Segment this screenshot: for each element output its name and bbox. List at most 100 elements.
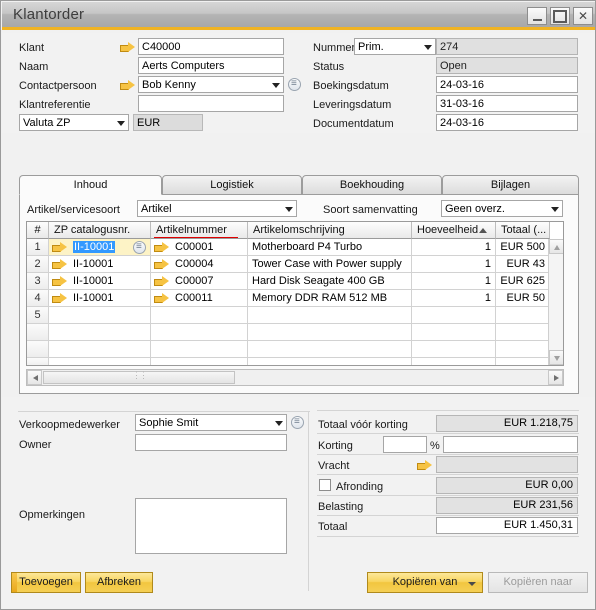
table-row[interactable]: 4 [27,290,49,307]
table-row[interactable]: 1 [412,273,496,290]
klant-link-arrow-icon[interactable] [120,42,135,53]
row-link-arrow-icon[interactable] [52,259,67,270]
tab-boekhouding[interactable]: Boekhouding [302,175,442,195]
row-list-icon[interactable] [133,240,146,254]
verkoopmedewerker-label: Verkoopmedewerker [19,419,120,431]
contactpersoon-list-icon[interactable] [288,77,301,91]
klant-field[interactable]: C40000 [138,38,284,55]
table-row [49,358,151,365]
table-row[interactable]: 2 [27,256,49,273]
table-row[interactable]: C00004 [151,256,248,273]
table-row[interactable] [49,307,151,324]
table-row[interactable]: II-10001 [49,256,151,273]
verkoopmedewerker-list-icon[interactable] [291,415,304,429]
contactpersoon-link-arrow-icon[interactable] [120,80,135,91]
table-row[interactable] [496,307,550,324]
table-row[interactable]: Motherboard P4 Turbo [248,239,412,256]
documentdatum-field[interactable]: 24-03-16 [436,114,578,131]
opmerkingen-textarea[interactable] [135,498,287,554]
korting-amount-input[interactable] [443,436,578,453]
artikel-servicesoort-select[interactable]: Artikel [137,200,297,217]
table-row[interactable]: 5 [27,307,49,324]
table-row[interactable]: Tower Case with Power supply [248,256,412,273]
table-row[interactable]: EUR 43 [496,256,550,273]
scroll-up-icon[interactable] [549,239,563,254]
title-bar[interactable]: Klantorder ✕ [2,2,595,30]
row-link-arrow-icon[interactable] [52,242,67,253]
row-link-arrow-icon[interactable] [154,242,169,253]
table-row[interactable]: II-10001 [49,290,151,307]
row-link-arrow-icon[interactable] [154,259,169,270]
horizontal-scroll-thumb[interactable] [43,371,235,384]
table-row[interactable]: C00001 [151,239,248,256]
verkoopmedewerker-field[interactable]: Sophie Smit [135,414,287,431]
order-lines-grid[interactable]: # ZP catalogusnr. Artikelnummer Artikelo… [26,221,564,366]
row-link-arrow-icon[interactable] [154,276,169,287]
toevoegen-button[interactable]: Toevoegen [11,572,81,593]
divider-vertical [308,411,309,591]
grid-header-cat[interactable]: ZP catalogusnr. [49,222,151,239]
artikel-servicesoort-chevron-down-icon[interactable] [282,201,296,216]
table-row[interactable] [412,307,496,324]
valuta-zp-chevron-down-icon[interactable] [114,115,128,130]
grid-header-desc[interactable]: Artikelomschrijving [248,222,412,239]
soort-samenvatting-select[interactable]: Geen overz. [441,200,563,217]
kopieren-van-button[interactable]: Kopiëren van [367,572,483,593]
table-row[interactable]: EUR 500 [496,239,550,256]
grid-header-num[interactable]: # [27,222,49,239]
korting-percent-input[interactable] [383,436,427,453]
contactpersoon-chevron-down-icon[interactable] [269,77,283,92]
verkoopmedewerker-chevron-down-icon[interactable] [272,415,286,430]
table-row[interactable]: C00007 [151,273,248,290]
table-row[interactable]: Memory DDR RAM 512 MB [248,290,412,307]
owner-field[interactable] [135,434,287,451]
minimize-button[interactable] [527,7,547,25]
tab-bijlagen[interactable]: Bijlagen [442,175,579,195]
table-row[interactable]: 1 [27,239,49,256]
row-link-arrow-icon[interactable] [52,276,67,287]
contactpersoon-field[interactable]: Bob Kenny [138,76,284,93]
row-link-arrow-icon[interactable] [52,293,67,304]
scroll-down-icon[interactable] [549,350,563,365]
naam-field[interactable]: Aerts Computers [138,57,284,74]
table-row[interactable]: 1 [412,256,496,273]
table-row[interactable]: EUR 50 [496,290,550,307]
table-row[interactable]: II-10001 [49,239,151,256]
soort-samenvatting-chevron-down-icon[interactable] [548,201,562,216]
table-row[interactable]: C00011 [151,290,248,307]
table-row[interactable] [248,307,412,324]
scroll-left-icon[interactable] [27,370,42,385]
table-row[interactable]: II-10001 [49,273,151,290]
afbreken-button[interactable]: Afbreken [85,572,153,593]
close-button[interactable]: ✕ [573,7,593,25]
grid-horizontal-scrollbar[interactable] [26,369,564,386]
table-row[interactable]: Hard Disk Seagate 400 GB [248,273,412,290]
maximize-icon [551,8,569,24]
table-row[interactable] [151,307,248,324]
valuta-zp-select[interactable]: Valuta ZP [19,114,129,131]
scroll-right-icon[interactable] [548,370,563,385]
maximize-button[interactable] [550,7,570,25]
vracht-link-arrow-icon[interactable] [417,460,432,471]
row-link-arrow-icon[interactable] [154,293,169,304]
table-row[interactable]: 1 [412,239,496,256]
documentdatum-label: Documentdatum [313,118,394,130]
afronding-checkbox[interactable] [319,479,331,491]
nummer-chevron-down-icon[interactable] [421,39,435,54]
artikel-servicesoort-label: Artikel/servicesoort [27,204,120,216]
table-row[interactable]: EUR 625 [496,273,550,290]
split-chevron-down-icon[interactable] [468,582,476,586]
table-row[interactable]: 1 [412,290,496,307]
grid-header-qty[interactable]: Hoeveelheid [412,222,496,239]
tab-inhoud[interactable]: Inhoud [19,175,162,195]
grid-header-total[interactable]: Totaal (... [496,222,550,239]
grid-header-art[interactable]: Artikelnummer [151,222,248,239]
tab-logistiek[interactable]: Logistiek [162,175,302,195]
table-row[interactable]: 3 [27,273,49,290]
leveringsdatum-field[interactable]: 31-03-16 [436,95,578,112]
klantreferentie-field[interactable] [138,95,284,112]
soort-samenvatting-label: Soort samenvatting [323,204,418,216]
boekingsdatum-field[interactable]: 24-03-16 [436,76,578,93]
close-icon: ✕ [577,9,589,23]
grid-vertical-scrollbar[interactable] [548,239,563,365]
